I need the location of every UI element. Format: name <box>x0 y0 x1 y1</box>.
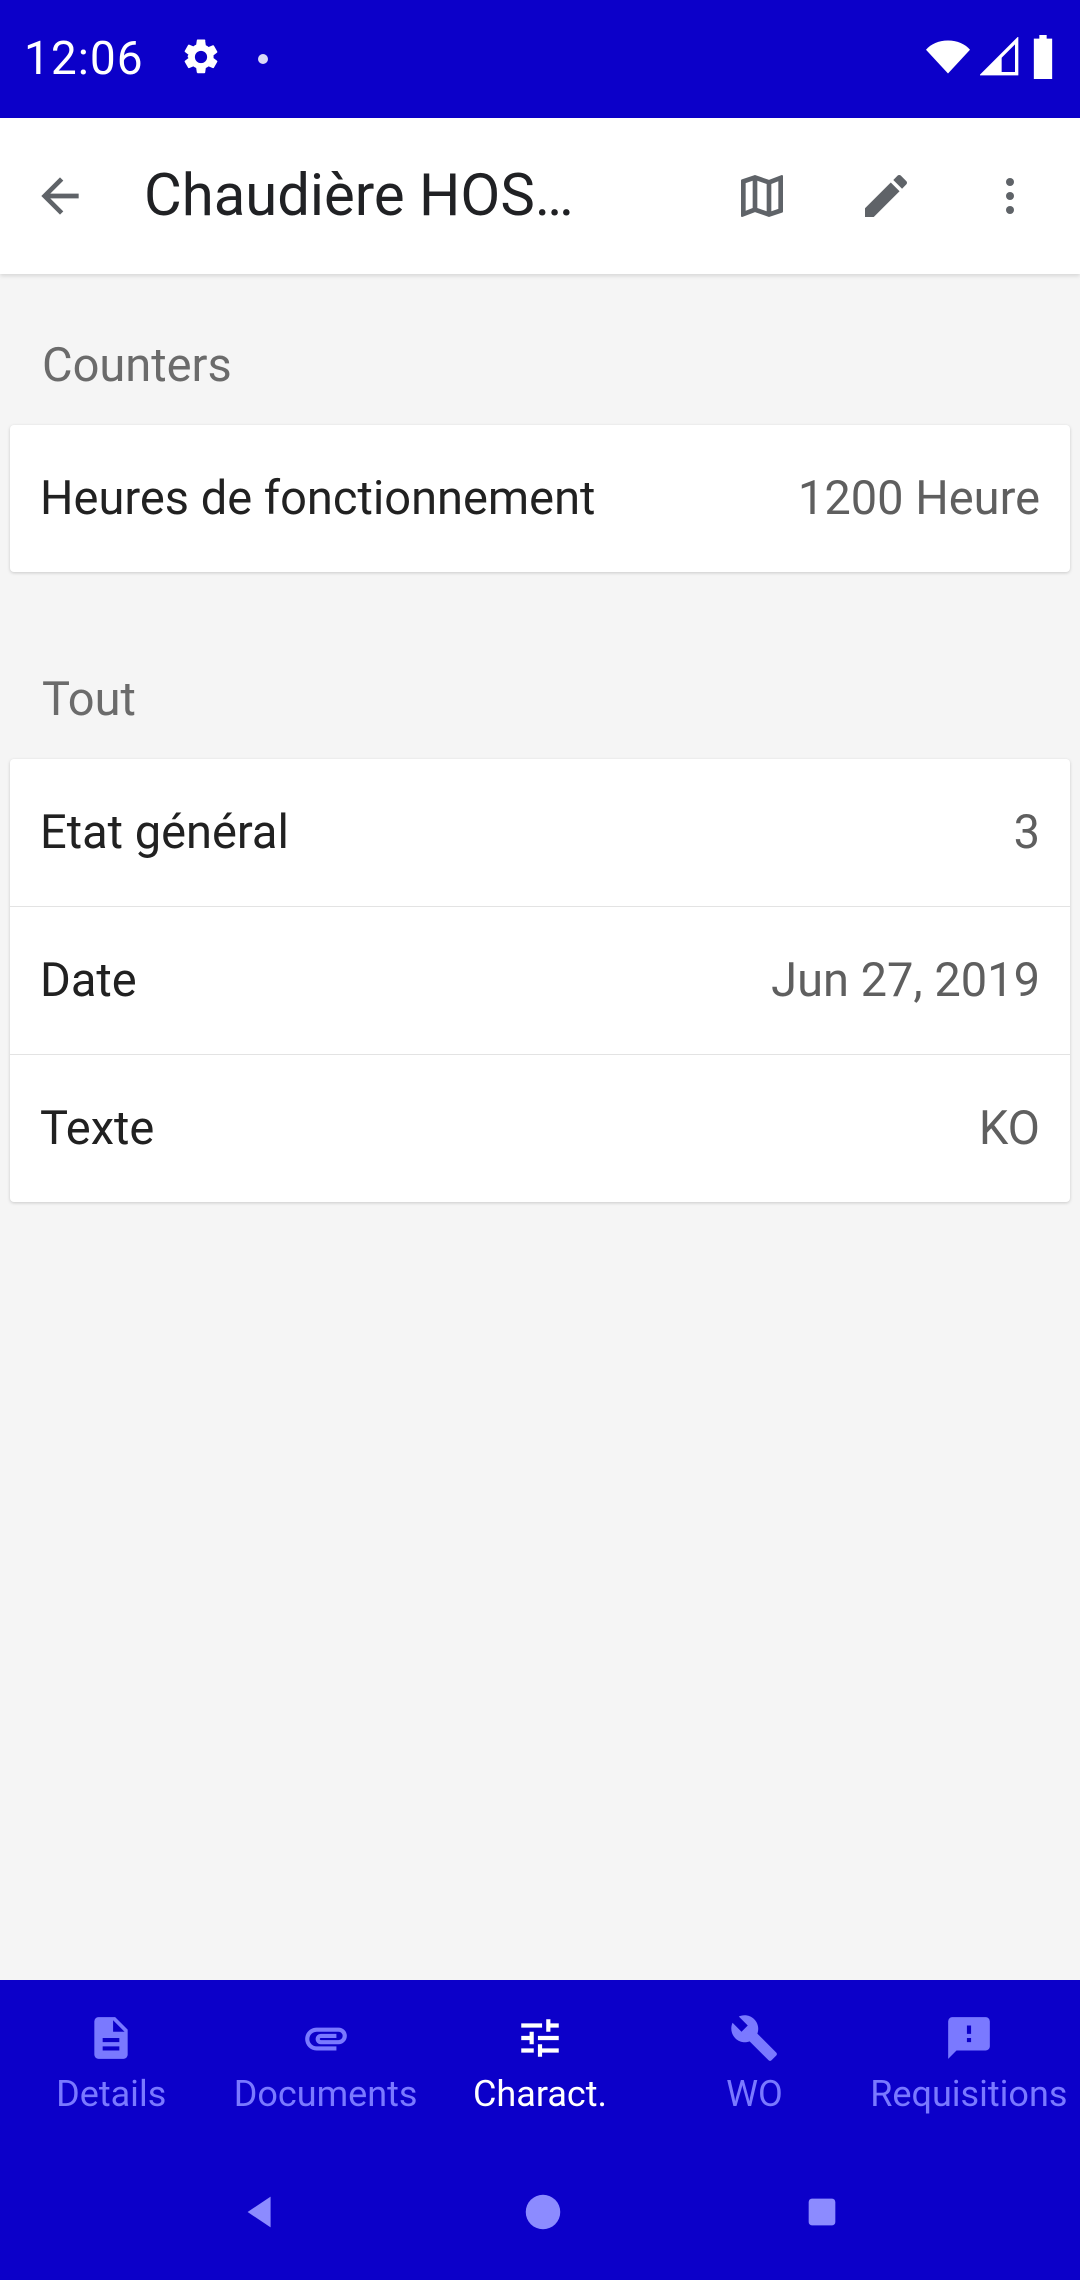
tab-details[interactable]: Details <box>4 2013 218 2115</box>
date-label: Date <box>40 953 137 1008</box>
system-nav-bar <box>0 2148 1080 2280</box>
attachment-icon <box>301 2013 351 2063</box>
arrow-left-icon <box>32 168 88 224</box>
tune-icon <box>515 2013 565 2063</box>
tab-wo[interactable]: WO <box>647 2013 861 2115</box>
page-title: Chaudière HOS… <box>144 162 724 230</box>
tab-documents-label: Documents <box>234 2073 418 2115</box>
tab-charact-label: Charact. <box>473 2073 607 2115</box>
circle-icon <box>520 2189 566 2235</box>
content-area: Counters Heures de fonctionnement 1200 H… <box>0 274 1080 1202</box>
system-recent-button[interactable] <box>802 2192 842 2236</box>
edit-button[interactable] <box>856 166 916 226</box>
counter-value: 1200 Heure <box>798 471 1040 526</box>
counter-row[interactable]: Heures de fonctionnement 1200 Heure <box>10 425 1070 572</box>
counters-card: Heures de fonctionnement 1200 Heure <box>10 425 1070 572</box>
date-value: Jun 27, 2019 <box>771 953 1040 1008</box>
etat-general-row[interactable]: Etat général 3 <box>10 759 1070 906</box>
section-header-tout: Tout <box>0 572 1080 759</box>
announcement-icon <box>944 2013 994 2063</box>
tab-requisitions-label: Requisitions <box>870 2073 1067 2115</box>
tab-requisitions[interactable]: Requisitions <box>862 2013 1076 2115</box>
overflow-menu-button[interactable] <box>980 166 1040 226</box>
status-left: 12:06 <box>24 32 268 86</box>
app-bar-actions <box>732 166 1056 226</box>
status-bar: 12:06 <box>0 0 1080 118</box>
more-vert-icon <box>986 172 1034 220</box>
section-header-counters: Counters <box>0 274 1080 425</box>
status-right <box>926 35 1056 83</box>
tab-documents[interactable]: Documents <box>218 2013 432 2115</box>
tout-card: Etat général 3 Date Jun 27, 2019 Texte K… <box>10 759 1070 1202</box>
app-bar: Chaudière HOS… <box>0 118 1080 274</box>
cellular-icon <box>980 37 1020 81</box>
triangle-left-icon <box>238 2189 284 2235</box>
status-time: 12:06 <box>24 32 144 86</box>
bottom-nav: Details Documents Charact. WO Requisitio… <box>0 1980 1080 2148</box>
etat-general-label: Etat général <box>40 805 289 860</box>
system-home-button[interactable] <box>520 2189 566 2239</box>
tab-wo-label: WO <box>726 2073 783 2115</box>
counter-label: Heures de fonctionnement <box>40 471 595 526</box>
tab-charact[interactable]: Charact. <box>433 2013 647 2115</box>
map-button[interactable] <box>732 166 792 226</box>
pencil-icon <box>858 168 914 224</box>
system-back-button[interactable] <box>238 2189 284 2239</box>
square-icon <box>802 2192 842 2232</box>
texte-row[interactable]: Texte KO <box>10 1054 1070 1202</box>
tab-details-label: Details <box>56 2073 166 2115</box>
back-button[interactable] <box>24 160 96 232</box>
map-icon <box>734 168 790 224</box>
notification-dot-icon <box>258 54 268 64</box>
texte-value: KO <box>979 1101 1040 1156</box>
etat-general-value: 3 <box>1014 805 1040 860</box>
document-icon <box>86 2013 136 2063</box>
wifi-icon <box>926 35 970 83</box>
texte-label: Texte <box>40 1101 154 1156</box>
date-row[interactable]: Date Jun 27, 2019 <box>10 906 1070 1054</box>
wrench-icon <box>729 2013 779 2063</box>
battery-icon <box>1030 35 1056 83</box>
settings-icon <box>180 36 222 82</box>
